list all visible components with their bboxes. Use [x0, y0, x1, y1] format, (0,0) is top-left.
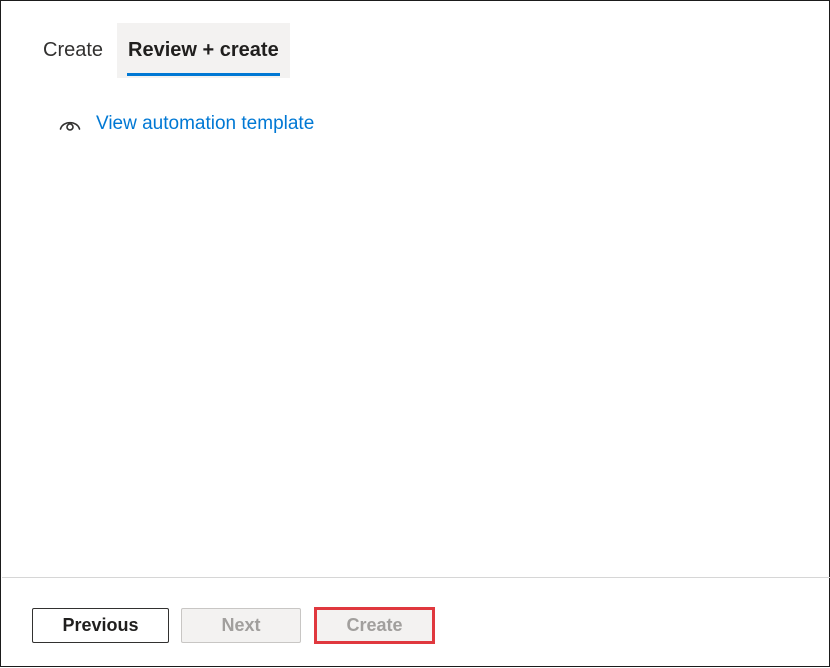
eye-icon — [59, 117, 81, 131]
tab-review-create[interactable]: Review + create — [117, 23, 290, 78]
next-button-label: Next — [221, 615, 261, 635]
active-tab-indicator — [127, 73, 280, 76]
tab-label: Create — [43, 39, 104, 61]
footer-action-bar: Previous Next Create — [2, 577, 830, 668]
create-button[interactable]: Create — [314, 607, 435, 644]
next-button[interactable]: Next — [181, 608, 301, 643]
tab-label: Review + create — [128, 39, 279, 61]
previous-button[interactable]: Previous — [32, 608, 169, 643]
create-button-label: Create — [346, 615, 403, 635]
dialog-panel: Create Review + create View automation t… — [0, 0, 830, 667]
template-link-label: View automation template — [96, 113, 315, 134]
previous-button-label: Previous — [62, 615, 139, 635]
view-automation-template-link[interactable]: View automation template — [59, 113, 314, 135]
tab-create[interactable]: Create — [29, 23, 117, 78]
tab-bar: Create Review + create — [29, 23, 290, 78]
